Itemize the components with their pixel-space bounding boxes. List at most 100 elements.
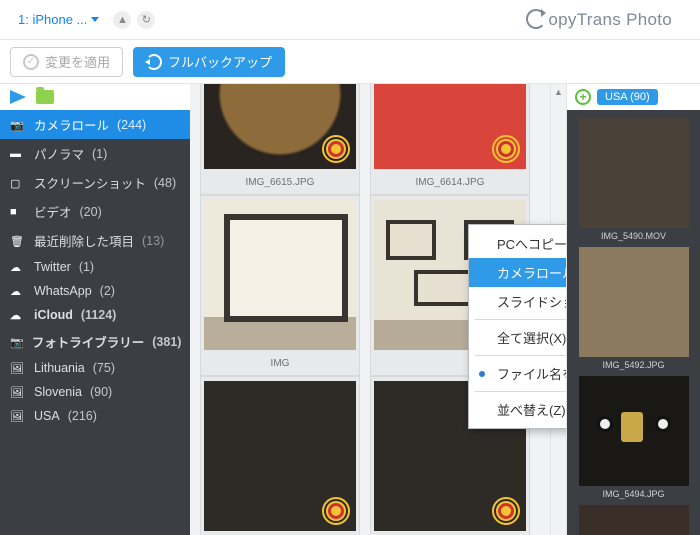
full-backup-button[interactable]: フルバックアップ xyxy=(133,47,285,77)
album-icon: ☁ xyxy=(10,261,26,273)
context-menu-item[interactable]: スライドショー(W)Ctrl+L xyxy=(469,287,566,316)
album-icon: 📷 xyxy=(10,336,24,348)
right-list: IMG_5490.MOV IMG_5492.JPG IMG_5494.JPG 0:00… xyxy=(567,110,700,535)
right-thumb xyxy=(579,118,689,228)
right-caption: IMG_5494.JPG xyxy=(602,486,664,499)
target-icon xyxy=(492,135,520,163)
right-thumb xyxy=(579,247,689,357)
album-icon: ☁ xyxy=(10,285,26,297)
album-icon: 🖼 xyxy=(10,386,26,398)
logo-suffix: Photo xyxy=(621,10,672,29)
sidebar-item-label: Lithuania xyxy=(34,361,85,375)
sidebar-item[interactable]: ☁ WhatsApp (2) xyxy=(0,279,190,303)
logo-c-icon xyxy=(526,9,546,29)
right-list-item[interactable]: IMG_5490.MOV xyxy=(573,118,694,241)
sidebar-item-count: (381) xyxy=(152,335,181,349)
sidebar-item-label: ビデオ xyxy=(34,202,72,221)
backup-icon xyxy=(146,54,162,70)
sidebar-list: 📷カメラロール (244)▬パノラマ (1)▢スクリーンショット (48)■ビデ… xyxy=(0,110,190,535)
thumbnail-pane: IMG_6615.JPGIMG_6614.JPGIMGIMG_6611.JPGI… xyxy=(190,84,566,535)
context-menu: PCへコピー(P)Shift+Ctrl+Rightカメラロールから削除(V)De… xyxy=(468,224,566,429)
sidebar-item-label: スクリーンショット xyxy=(34,173,146,192)
sidebar: 📷カメラロール (244)▬パノラマ (1)▢スクリーンショット (48)■ビデ… xyxy=(0,84,190,535)
thumbnail-image xyxy=(204,200,356,350)
target-icon xyxy=(322,497,350,525)
thumbnail-image xyxy=(204,381,356,531)
sidebar-item-count: (75) xyxy=(93,361,115,375)
sidebar-item[interactable]: ☁ Twitter (1) xyxy=(0,255,190,279)
eject-icon[interactable]: ▲ xyxy=(113,11,131,29)
apply-label: 変更を適用 xyxy=(45,52,110,71)
backup-label: フルバックアップ xyxy=(168,52,272,71)
menu-separator xyxy=(475,319,566,320)
menu-item-label: 並べ替え(Z) xyxy=(497,400,566,419)
device-label: 1: iPhone ... xyxy=(18,12,87,27)
thumbnail-cell[interactable]: IMG xyxy=(200,195,360,376)
sidebar-item[interactable]: 🖼 Lithuania (75) xyxy=(0,356,190,380)
thumbnail-cell[interactable]: IMG_6611.JPG xyxy=(200,376,360,535)
device-selector[interactable]: 1: iPhone ... xyxy=(10,8,107,31)
menu-item-label: スライドショー(W) xyxy=(497,292,566,311)
context-menu-item[interactable]: ファイル名を表示(Y)F4 xyxy=(469,359,566,388)
sidebar-item[interactable]: 🖼Slovenia (90) xyxy=(0,380,190,404)
album-icon: ▬ xyxy=(10,148,26,160)
thumbnail-caption: IMG_6614.JPG xyxy=(416,173,485,194)
apply-changes-button[interactable]: ✓ 変更を適用 xyxy=(10,47,123,77)
sidebar-item[interactable]: 📷カメラロール (244) xyxy=(0,110,190,139)
menu-separator xyxy=(475,391,566,392)
toolbar: ✓ 変更を適用 フルバックアップ xyxy=(0,40,700,84)
thumbnail-cell[interactable]: IMG_6615.JPG xyxy=(200,84,360,195)
scroll-up-icon[interactable]: ▲ xyxy=(551,84,566,100)
right-list-item[interactable]: IMG_5494.JPG xyxy=(573,376,694,499)
context-menu-item[interactable]: 全て選択(X)Ctrl+A xyxy=(469,323,566,352)
sidebar-item[interactable]: ☁iCloud (1124) xyxy=(0,303,190,327)
album-icon: 🖼 xyxy=(10,362,26,374)
sidebar-item[interactable]: ■ビデオ (20) xyxy=(0,197,190,226)
right-thumb xyxy=(579,376,689,486)
context-menu-item[interactable]: 並べ替え(Z)〉 xyxy=(469,395,566,424)
sidebar-item-label: カメラロール xyxy=(34,115,109,134)
thumbnail-cell[interactable]: IMG_6614.JPG xyxy=(370,84,530,195)
sidebar-item[interactable]: 📷フォトライブラリー (381) xyxy=(0,327,190,356)
sidebar-item-label: WhatsApp xyxy=(34,284,92,298)
sidebar-item-label: iCloud xyxy=(34,308,73,322)
device-tab-icon[interactable] xyxy=(10,90,26,104)
sidebar-item-label: Twitter xyxy=(34,260,71,274)
sidebar-item-count: (244) xyxy=(117,118,146,132)
album-icon: ☁ xyxy=(10,309,26,321)
sidebar-item[interactable]: ▢スクリーンショット (48) xyxy=(0,168,190,197)
sidebar-item-count: (20) xyxy=(80,205,102,219)
album-tag[interactable]: USA (90) xyxy=(597,89,658,105)
sidebar-item-count: (13) xyxy=(142,234,164,248)
context-menu-item[interactable]: カメラロールから削除(V)Del xyxy=(469,258,566,287)
thumbnail-caption: IMG_6615.JPG xyxy=(246,173,315,194)
sidebar-item-count: (1) xyxy=(79,260,94,274)
sidebar-item-count: (2) xyxy=(100,284,115,298)
album-icon: 🖼 xyxy=(10,410,26,422)
app-logo: opyTrans Photo xyxy=(526,9,690,30)
add-icon[interactable]: + xyxy=(575,89,591,105)
context-menu-item[interactable]: PCへコピー(P)Shift+Ctrl+Right xyxy=(469,229,566,258)
sidebar-item[interactable]: ▬パノラマ (1) xyxy=(0,139,190,168)
right-caption: IMG_5492.JPG xyxy=(602,357,664,370)
refresh-icon[interactable]: ↻ xyxy=(137,11,155,29)
sidebar-item-label: 最近削除した項目 xyxy=(34,231,134,250)
sidebar-tabs xyxy=(0,84,190,110)
chevron-down-icon xyxy=(91,17,99,22)
content: 📷カメラロール (244)▬パノラマ (1)▢スクリーンショット (48)■ビデ… xyxy=(0,84,700,535)
menu-item-label: PCへコピー(P) xyxy=(497,234,566,253)
sidebar-item[interactable]: 🖼USA (216) xyxy=(0,404,190,428)
sidebar-item-count: (90) xyxy=(90,385,112,399)
menu-item-label: 全て選択(X) xyxy=(497,328,566,347)
menu-item-label: カメラロールから削除(V) xyxy=(497,263,566,282)
thumbnail-image xyxy=(374,84,526,169)
sidebar-item-count: (1) xyxy=(92,147,107,161)
right-list-item[interactable]: IMG_5492.JPG xyxy=(573,247,694,370)
thumbnail-image xyxy=(204,84,356,169)
check-icon: ✓ xyxy=(23,54,39,70)
menu-item-label: ファイル名を表示(Y) xyxy=(497,364,566,383)
pc-tab-icon[interactable] xyxy=(36,90,54,104)
titlebar: 1: iPhone ... ▲ ↻ opyTrans Photo xyxy=(0,0,700,40)
right-list-item[interactable]: 0:00:57 xyxy=(573,505,694,535)
sidebar-item[interactable]: 🗑最近削除した項目 (13) xyxy=(0,226,190,255)
